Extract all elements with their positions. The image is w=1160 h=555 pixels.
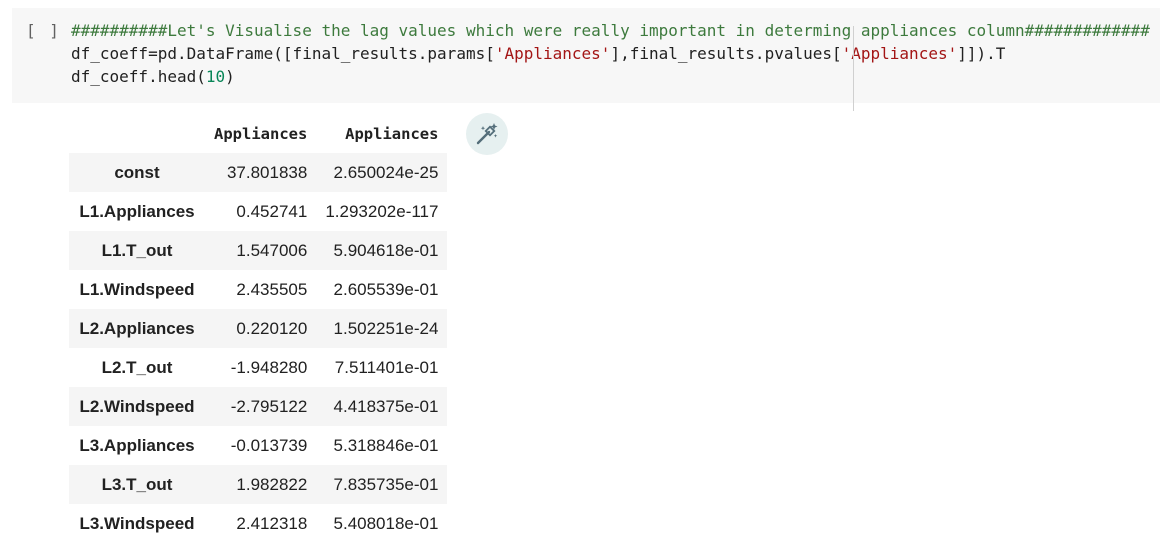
magic-wand-icon (476, 123, 498, 145)
cell-value: 7.835735e-01 (333, 474, 439, 494)
cell-value: 1.502251e-24 (333, 318, 439, 338)
code-line-1: ##########Let's Visualise the lag values… (71, 19, 1150, 42)
cell-value: 2.435505 (236, 279, 308, 299)
table-row: L1.T_out 1.547006 5.904618e-01 (69, 231, 448, 270)
row-index: L2.Windspeed (79, 396, 195, 416)
code-token: ],final_results.pvalues[ (610, 44, 842, 63)
dataframe-output-table: Appliances Appliances const 37.801838 2.… (69, 114, 448, 543)
code-comment: ##########Let's Visualise the lag values… (71, 21, 1150, 40)
row-index: L3.Appliances (79, 435, 195, 455)
cell-value: 0.220120 (236, 318, 308, 338)
code-editor[interactable]: ##########Let's Visualise the lag values… (71, 19, 1150, 88)
column-header: Appliances (316, 114, 448, 153)
table-row: const 37.801838 2.650024e-25 (69, 153, 448, 192)
cell-value: 5.408018e-01 (333, 513, 439, 533)
table-row: L2.Windspeed -2.795122 4.418375e-01 (69, 387, 448, 426)
cell-value: 2.412318 (236, 513, 308, 533)
cell-value: 5.904618e-01 (333, 240, 439, 260)
cell-value: 7.511401e-01 (334, 357, 439, 377)
cell-value: -0.013739 (230, 435, 308, 455)
table-row: L3.Windspeed 2.412318 5.408018e-01 (69, 504, 448, 543)
table-row: L3.Appliances -0.013739 5.318846e-01 (69, 426, 448, 465)
row-index: L3.Windspeed (79, 513, 195, 533)
code-string: 'Appliances' (841, 44, 958, 63)
text-cursor (853, 26, 854, 111)
run-cell-button[interactable]: [ ] (26, 21, 61, 40)
cell-value: 2.605539e-01 (333, 279, 439, 299)
code-number: 10 (205, 67, 226, 86)
suggest-chart-button[interactable] (466, 113, 508, 155)
row-index: L1.T_out (101, 240, 173, 260)
code-string: 'Appliances' (494, 44, 611, 63)
code-token: ) (225, 67, 235, 86)
cell-value: 4.418375e-01 (333, 396, 439, 416)
cell-value: 2.650024e-25 (333, 162, 439, 182)
row-index: L1.Windspeed (79, 279, 195, 299)
index-header (69, 114, 205, 153)
table-row: L1.Appliances 0.452741 1.293202e-117 (69, 192, 448, 231)
cell-value: 1.293202e-117 (325, 201, 439, 221)
row-index: L3.T_out (101, 474, 173, 494)
row-index: const (114, 162, 160, 182)
table-header-row: Appliances Appliances (69, 114, 448, 153)
cell-value: 37.801838 (226, 162, 308, 182)
table-row: L2.Appliances 0.220120 1.502251e-24 (69, 309, 448, 348)
code-line-2: df_coeff=pd.DataFrame([final_results.par… (71, 42, 1150, 65)
cell-value: 0.452741 (236, 201, 308, 221)
code-token: df_coeff.head( (71, 67, 206, 86)
cell-value: -1.948280 (230, 357, 308, 377)
column-header: Appliances (205, 114, 317, 153)
table-row: L1.Windspeed 2.435505 2.605539e-01 (69, 270, 448, 309)
row-index: L2.Appliances (79, 318, 195, 338)
table-row: L2.T_out -1.948280 7.511401e-01 (69, 348, 448, 387)
row-index: L2.T_out (101, 357, 173, 377)
row-index: L1.Appliances (79, 201, 195, 221)
code-line-3: df_coeff.head(10) (71, 65, 1150, 88)
cell-value: -2.795122 (230, 396, 308, 416)
cell-value: 1.547006 (236, 240, 308, 260)
cell-value: 1.982822 (236, 474, 308, 494)
code-token: df_coeff=pd.DataFrame([final_results.par… (71, 44, 495, 63)
code-cell[interactable]: [ ] ##########Let's Visualise the lag va… (12, 8, 1160, 111)
code-token: ]]).T (957, 44, 1006, 63)
table-row: L3.T_out 1.982822 7.835735e-01 (69, 465, 448, 504)
cell-value: 5.318846e-01 (333, 435, 439, 455)
